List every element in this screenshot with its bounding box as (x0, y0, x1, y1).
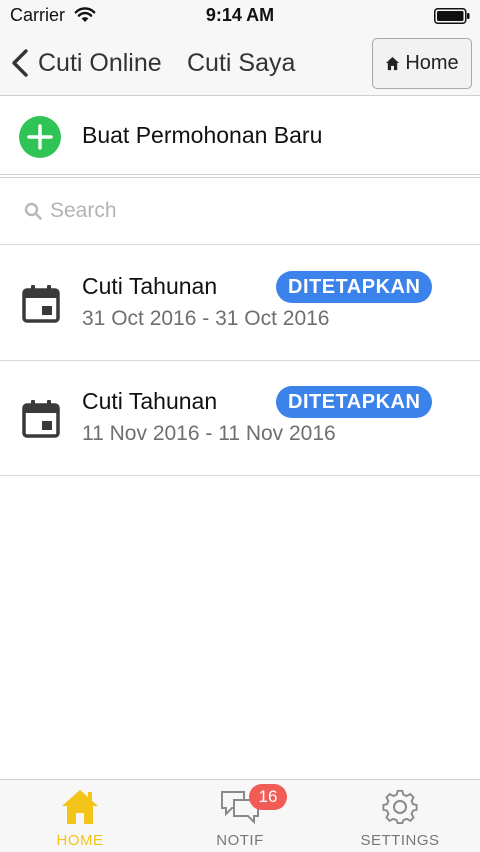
leave-list-item[interactable]: Cuti Tahunan DITETAPKAN 31 Oct 2016 - 31… (0, 246, 480, 361)
tab-notif-label: NOTIF (216, 832, 264, 849)
tab-home[interactable]: HOME (0, 780, 160, 852)
back-button[interactable]: Cuti Online (8, 46, 162, 80)
home-button-label: Home (405, 52, 459, 74)
leave-type: Cuti Tahunan (82, 273, 218, 299)
clock: 9:14 AM (205, 5, 275, 25)
calendar-icon (22, 285, 60, 323)
search-input[interactable] (50, 194, 460, 228)
page-title: Cuti Saya (187, 49, 296, 77)
search-bar (0, 177, 480, 245)
chevron-left-icon (12, 49, 28, 77)
notification-count-badge: 16 (249, 784, 287, 810)
home-icon (62, 790, 98, 824)
tab-settings-label: SETTINGS (360, 832, 440, 849)
tab-notif[interactable]: NOTIF 16 (160, 780, 320, 852)
home-icon (386, 56, 400, 71)
leave-date-range: 31 Oct 2016 - 31 Oct 2016 (82, 307, 330, 330)
tab-home-label: HOME (56, 832, 104, 849)
search-icon (24, 202, 42, 220)
new-request-row[interactable]: Buat Permohonan Baru (0, 97, 480, 175)
battery-icon (434, 8, 470, 24)
tab-settings[interactable]: SETTINGS (320, 780, 480, 852)
leave-type: Cuti Tahunan (82, 388, 218, 414)
plus-circle-icon (19, 116, 61, 158)
status-badge: DITETAPKAN (276, 271, 433, 303)
status-badge: DITETAPKAN (276, 386, 433, 418)
leave-date-range: 11 Nov 2016 - 11 Nov 2016 (82, 422, 336, 445)
leave-list-item[interactable]: Cuti Tahunan DITETAPKAN 11 Nov 2016 - 11… (0, 361, 480, 476)
calendar-icon (22, 400, 60, 438)
tab-bar: HOME NOTIF 16 SETTINGS (0, 779, 480, 852)
gear-icon (382, 789, 418, 825)
status-bar: Carrier 9:14 AM (0, 0, 480, 30)
new-request-label: Buat Permohonan Baru (82, 122, 323, 148)
back-button-label: Cuti Online (38, 48, 162, 77)
navigation-bar: Cuti Online Cuti Saya Home (0, 30, 480, 96)
home-button[interactable]: Home (372, 38, 472, 89)
